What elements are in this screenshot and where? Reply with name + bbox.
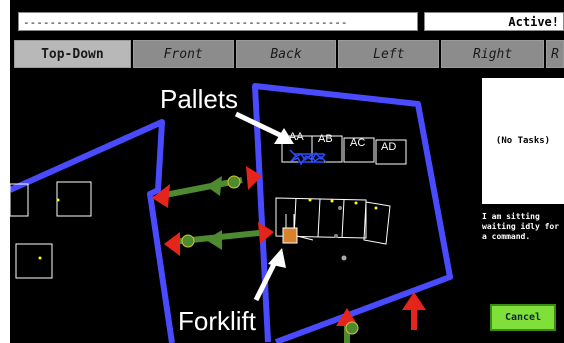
path-arrow-upper [152,166,262,208]
tab-top-down[interactable]: Top-Down [14,40,131,68]
pallet-label: AC [350,137,365,149]
view-tabs: Top-Down Front Back Left Right R [14,40,564,70]
zone-box [15,243,53,279]
robot-interface: ----------------------------------------… [10,0,564,343]
zone-box [56,181,92,217]
status-indicator: Active! [424,12,564,31]
tab-left[interactable]: Left [338,40,440,68]
top-bar: ----------------------------------------… [10,0,564,40]
robot-status-message: I am sitting waiting idly for a command. [482,212,560,241]
forklift-pointer-arrow [253,248,286,302]
tab-r[interactable]: R [546,40,564,68]
path-arrow-lower [164,222,274,256]
tab-back[interactable]: Back [235,40,337,68]
forklift-annotation: Forklift [178,306,257,336]
pallets-pointer-arrow [234,111,294,144]
command-field[interactable]: ----------------------------------------… [18,12,418,31]
tab-front[interactable]: Front [132,40,234,68]
no-tasks-label: (No Tasks) [495,136,551,146]
forklift [282,214,314,244]
top-down-map[interactable]: AA AB AC AD Pallets Forklift [10,72,478,343]
pallets-annotation: Pallets [160,84,238,114]
tab-right[interactable]: Right [441,40,545,68]
cancel-button[interactable]: Cancel [490,304,556,331]
left-boundary [10,119,175,343]
pallet-label: AD [381,141,396,153]
task-list-panel: (No Tasks) [482,78,564,204]
pallet-label: AB [318,133,333,145]
